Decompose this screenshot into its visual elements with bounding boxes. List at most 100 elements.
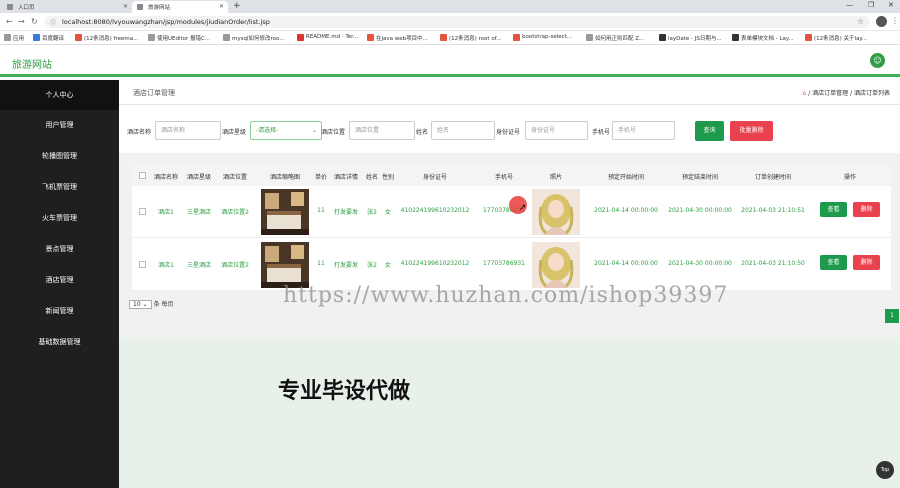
guest-photo[interactable] (532, 189, 580, 235)
bookmark[interactable]: 表单模块文档 - Lay... (732, 34, 794, 42)
app-header: 旅游网站 ☺ (0, 45, 900, 77)
menu-icon[interactable]: ⋮ (891, 16, 899, 25)
bookmark[interactable]: (12条消息) 关于lay... (805, 34, 867, 42)
url-input[interactable]: ⓘ localhost:8080/lvyouwangzhan/jsp/modul… (44, 16, 870, 28)
back-icon[interactable]: ← (6, 17, 13, 26)
sidebar-item-profile[interactable]: 个人中心 (0, 80, 119, 110)
select-all-checkbox[interactable] (139, 172, 146, 179)
minimize-icon[interactable]: — (846, 1, 853, 9)
column-header: 酒店位置 (222, 174, 248, 181)
sidebar-item-basic-data[interactable]: 基础数据管理 (0, 327, 119, 357)
content-background (119, 338, 900, 488)
hotel-thumbnail[interactable] (261, 242, 309, 288)
name-input[interactable]: 姓名 (431, 121, 495, 140)
mouse-pointer-icon: ➚ (519, 203, 527, 213)
new-tab-icon[interactable]: + (233, 1, 241, 11)
column-header: 酒店详情 (333, 174, 359, 181)
home-icon[interactable]: ⌂ (802, 90, 806, 97)
query-button[interactable]: 查询 (695, 121, 724, 141)
delete-button[interactable]: 删除 (853, 202, 880, 217)
idcard-cell: 410224199610232012 (400, 260, 470, 267)
close-icon[interactable]: ✕ (219, 3, 224, 10)
bookmark[interactable]: 如何用正则匹配 Z... (586, 34, 644, 42)
chevron-down-icon: ⌄ (311, 127, 317, 134)
search-panel: 酒店名称 酒店名称 酒店星级 -请选择- ⌄ 酒店位置 酒店位置 姓名 姓名 身份… (119, 105, 900, 153)
sidebar-item-attractions[interactable]: 景点管理 (0, 234, 119, 264)
orders-table: 酒店名称 酒店星级 酒店位置 酒店缩略图 单价 酒店详情 姓名 性别 身份证号 … (132, 164, 891, 291)
page-size-select[interactable]: 10 ⌄ (129, 300, 152, 309)
window-close-icon[interactable]: ✕ (888, 1, 894, 9)
row-checkbox[interactable] (139, 208, 146, 215)
globe-icon (7, 4, 13, 10)
page-button[interactable]: 1 (885, 309, 899, 323)
hotel-star-cell: 三星酒店 (186, 262, 212, 269)
sidebar-item-hotels[interactable]: 酒店管理 (0, 265, 119, 295)
column-header: 酒店名称 (153, 174, 179, 181)
view-button[interactable]: 查看 (820, 255, 847, 270)
sidebar-item-trains[interactable]: 火车票管理 (0, 203, 119, 233)
idcard-input[interactable]: 身份证号 (525, 121, 588, 140)
row-checkbox[interactable] (139, 261, 146, 268)
star-icon[interactable]: ☆ (857, 17, 864, 26)
guest-photo[interactable] (532, 242, 580, 288)
promo-text: 专业毕设代做 (278, 379, 411, 404)
csdn-icon (805, 34, 812, 41)
bookmark[interactable]: (12条消息) freema... (75, 34, 138, 42)
back-to-top-button[interactable]: Top (876, 461, 894, 479)
reload-icon[interactable]: ↻ (31, 17, 38, 26)
batch-delete-button[interactable]: 批量删除 (730, 121, 773, 141)
sidebar-item-flights[interactable]: 飞机票管理 (0, 172, 119, 202)
hotel-star-select[interactable]: -请选择- ⌄ (250, 121, 322, 140)
bookmark[interactable]: mysql如何修改roo... (223, 34, 285, 42)
column-header: 性别 (381, 174, 395, 181)
hotel-name-input[interactable]: 酒店名称 (155, 121, 221, 140)
bookmark[interactable]: 在java web项目中... (367, 34, 428, 42)
forward-icon[interactable]: → (18, 17, 25, 26)
sidebar-item-news[interactable]: 新闻管理 (0, 296, 119, 326)
info-icon[interactable]: ⓘ (50, 18, 56, 27)
breadcrumb-trail[interactable]: / 酒店订单管理 / 酒店订单列表 (808, 90, 890, 97)
column-header: 单价 (314, 174, 328, 181)
page-title: 酒店订单管理 (133, 89, 175, 97)
hotel-star-label: 酒店星级 (222, 129, 247, 136)
bookmark-apps[interactable]: 应用 (4, 34, 24, 42)
close-icon[interactable]: ✕ (123, 3, 128, 10)
browser-tab[interactable]: 入口页 ✕ (2, 1, 132, 13)
browser-tab-bar: 入口页 ✕ 旅游网站 ✕ + — ❐ ✕ (0, 0, 900, 13)
hotel-thumbnail[interactable] (261, 189, 309, 235)
bookmark[interactable]: bootstrap-select... (513, 34, 572, 41)
bookmarks-bar: 应用 百度翻译 (12条消息) freema... 使用UEditor 报错C.… (0, 31, 900, 45)
profile-icon[interactable] (876, 16, 887, 27)
url-text: localhost:8080/lvyouwangzhan/jsp/modules… (62, 18, 270, 26)
hotel-location-input[interactable]: 酒店位置 (349, 121, 415, 140)
hotel-detail-cell: 打发要发 (333, 209, 359, 216)
delete-button[interactable]: 删除 (853, 255, 880, 270)
bookmark[interactable]: (12条消息) root of... (440, 34, 501, 42)
idcard-cell: 410224199610232012 (400, 207, 470, 214)
restore-icon[interactable]: ❐ (868, 1, 874, 9)
bookmark[interactable]: README.md · Ter... (297, 34, 358, 41)
phone-input[interactable]: 手机号 (612, 121, 675, 140)
csdn-icon (75, 34, 82, 41)
column-header: 预定结束时间 (681, 174, 719, 181)
page-size-label: 条 每页 (153, 301, 174, 308)
translate-icon (33, 34, 40, 41)
bookmark[interactable]: 百度翻译 (33, 34, 64, 42)
bookmark[interactable]: layDate - JS日期与... (659, 34, 722, 42)
phone-label: 手机号 (592, 129, 611, 136)
sidebar-item-users[interactable]: 用户管理 (0, 110, 119, 140)
end-time-cell: 2021-04-30 00:00:00 (668, 207, 732, 214)
user-icon[interactable]: ☺ (870, 53, 885, 68)
column-header: 姓名 (365, 174, 379, 181)
sidebar-item-carousel[interactable]: 轮播图管理 (0, 141, 119, 171)
column-header: 酒店星级 (186, 174, 212, 181)
hotel-location-label: 酒店位置 (321, 129, 346, 136)
browser-tab-active[interactable]: 旅游网站 ✕ (132, 1, 228, 13)
view-button[interactable]: 查看 (820, 202, 847, 217)
column-header: 订单创建时间 (754, 174, 792, 181)
column-header: 预定开始时间 (607, 174, 645, 181)
site-brand[interactable]: 旅游网站 (12, 56, 52, 71)
bookmark[interactable]: 使用UEditor 报错C... (148, 34, 210, 42)
watermark-text: https://www.huzhan.com/ishop39397 (283, 283, 729, 308)
column-header: 酒店缩略图 (269, 174, 301, 181)
